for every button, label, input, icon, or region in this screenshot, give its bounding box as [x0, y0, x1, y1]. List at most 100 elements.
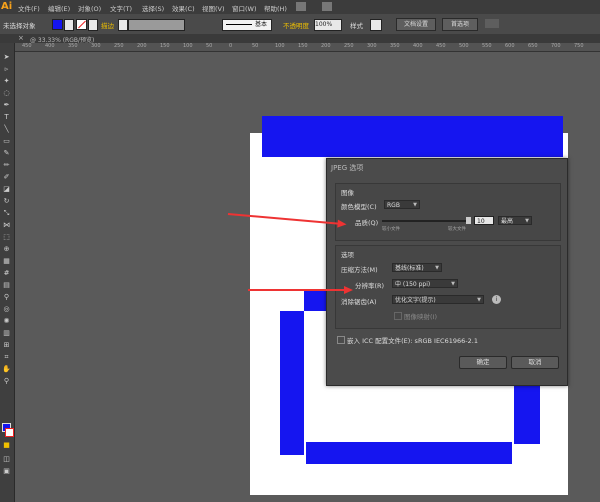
menu-type[interactable]: 文字(T) [110, 3, 132, 13]
blue-rectangle-top[interactable] [262, 116, 563, 157]
variable-width-profile[interactable] [128, 19, 185, 31]
blue-rectangle-right[interactable] [514, 386, 540, 444]
screen-mode-icon[interactable]: ▣ [2, 467, 11, 475]
quality-max-label: 较大文件 [448, 227, 466, 232]
jpeg-options-dialog: JPEG 选项 图像 颜色模型(C) RGB ▼ 品质(Q) 较小文件 较大文件… [326, 158, 568, 386]
quality-input[interactable]: 10 [474, 216, 494, 225]
hand-tool-icon[interactable]: ✋ [2, 365, 11, 373]
resolution-label: 分辨率(R) [355, 282, 385, 290]
ruler-tick: 300 [91, 43, 101, 49]
menu-edit[interactable]: 编辑(E) [48, 3, 70, 13]
menu-help[interactable]: 帮助(H) [264, 3, 287, 13]
zoom-tool-icon[interactable]: ⚲ [2, 377, 11, 385]
blend-tool-icon[interactable]: ◎ [2, 305, 11, 313]
ruler-tick: 300 [367, 43, 377, 49]
arrow-shaft [248, 289, 346, 291]
symbol-sprayer-tool-icon[interactable]: ✺ [2, 317, 11, 325]
color-model-select[interactable]: RGB ▼ [384, 200, 420, 209]
compression-select[interactable]: 基线(标准) ▼ [392, 263, 442, 272]
ruler-tick: 200 [137, 43, 147, 49]
blob-brush-tool-icon[interactable]: ✐ [2, 173, 11, 181]
align-options-icon[interactable] [485, 19, 499, 28]
slice-tool-icon[interactable]: ⌗ [2, 353, 11, 361]
color-mode-icon[interactable]: ■ [2, 441, 11, 449]
document-setup-button[interactable]: 文档设置 [396, 18, 436, 31]
blue-rectangle-bottom[interactable] [306, 442, 512, 464]
perspective-grid-tool-icon[interactable]: ▦ [2, 257, 11, 265]
shape-builder-tool-icon[interactable]: ⊕ [2, 245, 11, 253]
menu-object[interactable]: 对象(O) [78, 3, 101, 13]
mesh-tool-icon[interactable]: # [2, 269, 11, 277]
menu-file[interactable]: 文件(F) [18, 3, 40, 13]
ruler-tick: 350 [390, 43, 400, 49]
chevron-down-icon: ▼ [435, 265, 439, 271]
scale-tool-icon[interactable]: ⤡ [2, 209, 11, 217]
opacity-label[interactable]: 不透明度 [283, 20, 309, 30]
free-transform-tool-icon[interactable]: ⬚ [2, 233, 11, 241]
brush-definition-dropdown[interactable]: 基本 [222, 19, 272, 31]
drawing-mode-icon[interactable]: ◫ [2, 455, 11, 463]
rectangle-tool-icon[interactable]: ▭ [2, 137, 11, 145]
imagemap-label: 图像映射(I) [404, 313, 437, 321]
line-tool-icon[interactable]: ╲ [2, 125, 11, 133]
antialias-value: 优化文字(提示) [395, 297, 436, 304]
quality-slider-track[interactable] [382, 220, 470, 222]
info-icon[interactable]: i [492, 295, 501, 304]
antialias-select[interactable]: 优化文字(提示) ▼ [392, 295, 484, 304]
blue-rectangle-left[interactable] [280, 311, 304, 455]
ruler-tick: 650 [528, 43, 538, 49]
menu-view[interactable]: 视图(V) [202, 3, 225, 13]
compression-label: 压缩方法(M) [341, 266, 378, 274]
stroke-dropdown[interactable] [88, 19, 98, 31]
ruler-tick: 350 [68, 43, 78, 49]
opacity-input[interactable]: 100% [314, 19, 342, 31]
ruler-tick: 50 [252, 43, 259, 49]
arrow-head-icon [344, 286, 353, 294]
stroke-label[interactable]: 描边 [101, 20, 114, 30]
ruler-tick: 450 [22, 43, 32, 49]
stroke-swatch[interactable] [76, 19, 87, 30]
fill-swatch[interactable] [52, 19, 63, 30]
gradient-tool-icon[interactable]: ▤ [2, 281, 11, 289]
chevron-down-icon: ▼ [525, 218, 529, 224]
type-tool-icon[interactable]: T [2, 113, 11, 121]
bridge-icon[interactable] [296, 2, 306, 11]
ruler-tick: 0 [229, 43, 233, 49]
artboard-tool-icon[interactable]: ⊞ [2, 341, 11, 349]
fill-dropdown[interactable] [64, 19, 74, 31]
rotate-tool-icon[interactable]: ↻ [2, 197, 11, 205]
graphic-style-swatch[interactable] [370, 19, 382, 31]
quality-slider-handle[interactable] [466, 217, 471, 224]
selection-tool-icon[interactable]: ➤ [2, 53, 11, 61]
cancel-button[interactable]: 取消 [511, 356, 559, 369]
ruler-tick: 600 [505, 43, 515, 49]
column-graph-tool-icon[interactable]: ▥ [2, 329, 11, 337]
embed-icc-label: 嵌入 ICC 配置文件(E): sRGB IEC61966-2.1 [347, 337, 478, 345]
resolution-select[interactable]: 中 (150 ppi) ▼ [392, 279, 458, 288]
menu-select[interactable]: 选择(S) [142, 3, 164, 13]
eraser-tool-icon[interactable]: ◪ [2, 185, 11, 193]
close-icon[interactable]: × [18, 34, 24, 42]
pencil-tool-icon[interactable]: ✏ [2, 161, 11, 169]
width-tool-icon[interactable]: ⋈ [2, 221, 11, 229]
menu-window[interactable]: 窗口(W) [232, 3, 257, 13]
paintbrush-tool-icon[interactable]: ✎ [2, 149, 11, 157]
magic-wand-tool-icon[interactable]: ✦ [2, 77, 11, 85]
arrange-documents-icon[interactable] [322, 2, 332, 11]
eyedropper-tool-icon[interactable]: ⚲ [2, 293, 11, 301]
chevron-down-icon: ▼ [451, 281, 455, 287]
stroke-color-box[interactable] [5, 428, 14, 437]
antialias-label: 消除锯齿(A) [341, 298, 377, 306]
chevron-down-icon: ▼ [477, 297, 481, 303]
horizontal-ruler[interactable]: 450 400 350 300 250 200 150 100 50 0 50 … [14, 43, 600, 52]
menu-effect[interactable]: 效果(C) [172, 3, 195, 13]
quality-preset-select[interactable]: 最高 ▼ [498, 216, 532, 225]
ok-button[interactable]: 确定 [459, 356, 507, 369]
imagemap-checkbox[interactable] [394, 312, 402, 320]
embed-icc-checkbox[interactable] [337, 336, 345, 344]
lasso-tool-icon[interactable]: ◌ [2, 89, 11, 97]
preferences-button[interactable]: 首选项 [442, 18, 478, 31]
direct-selection-tool-icon[interactable]: ▹ [2, 65, 11, 73]
stroke-weight-stepper[interactable] [118, 19, 128, 31]
pen-tool-icon[interactable]: ✒ [2, 101, 11, 109]
